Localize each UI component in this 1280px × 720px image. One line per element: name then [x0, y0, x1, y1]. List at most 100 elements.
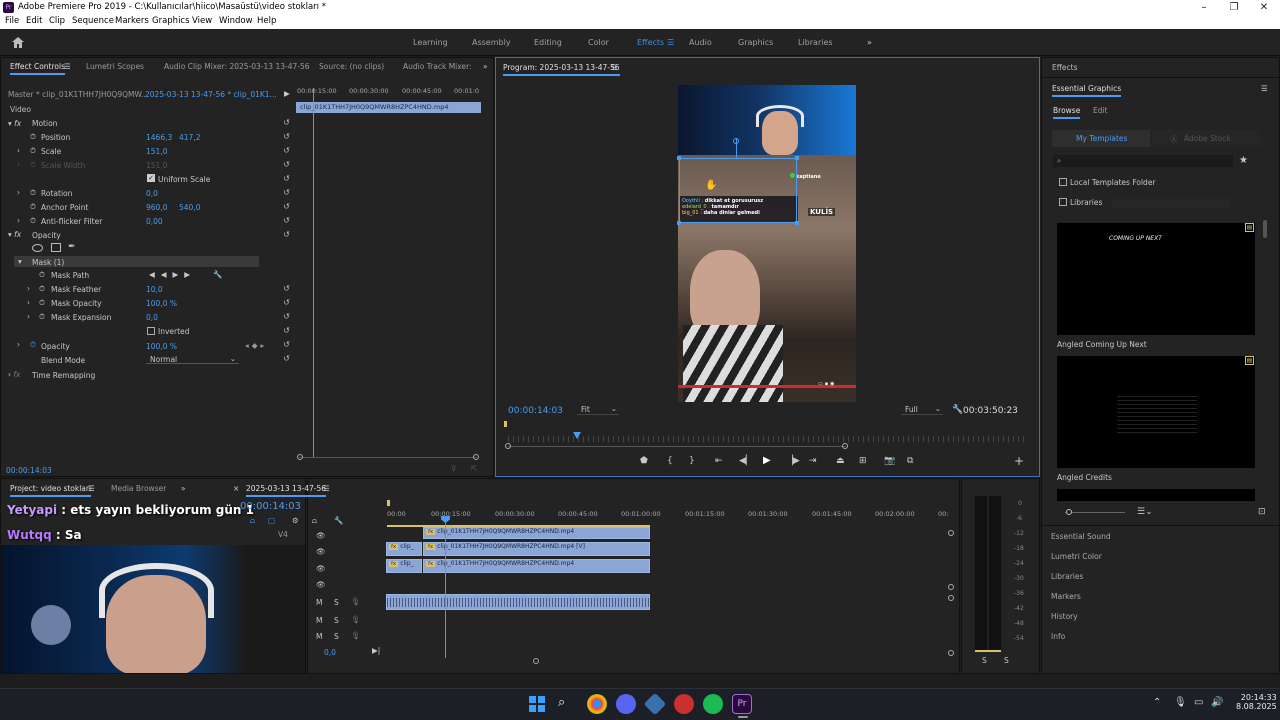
solo-button[interactable]: S — [334, 632, 339, 641]
linked-selection-icon[interactable]: ⩍ — [250, 516, 255, 526]
menu-clip[interactable]: Clip — [49, 16, 65, 26]
home-icon[interactable] — [12, 37, 24, 48]
essential-graphics-title[interactable]: Essential Graphics — [1052, 84, 1122, 97]
reset-icon[interactable]: ↺ — [282, 188, 291, 197]
menu-graphics[interactable]: Graphics — [152, 16, 190, 26]
motion-expander[interactable]: ▾ fx — [8, 119, 21, 128]
stopwatch-icon[interactable]: ⏱ — [39, 298, 45, 308]
solo-button[interactable]: S — [334, 616, 339, 625]
eye-icon[interactable]: 👁 — [316, 564, 326, 573]
blend-mode-dropdown[interactable]: Normal ⌄ — [146, 354, 239, 364]
tray-chevron-icon[interactable]: ⌃ — [1153, 697, 1161, 708]
premiere-taskbar-icon[interactable]: Pr — [732, 694, 752, 714]
close-tab-icon[interactable]: × — [233, 484, 239, 493]
step-back-icon[interactable]: ◀▏ — [739, 456, 753, 466]
mask-expansion-expander[interactable]: › — [27, 312, 30, 321]
scale-expander[interactable]: › — [17, 146, 20, 155]
workspace-color[interactable]: Color — [588, 38, 609, 47]
opacity-expander[interactable]: ▾ fx — [8, 230, 21, 239]
video-frame[interactable]: Ooythil : dikkat et gorusurusz edelard_0… — [678, 85, 856, 402]
menu-edit[interactable]: Edit — [26, 16, 42, 26]
new-item-icon[interactable]: ⊡ — [1258, 507, 1266, 517]
v3-clip[interactable]: fx clip_01K1THH7JH0Q9QMWR8HZPC4HND.mp4 — [423, 527, 650, 539]
taskbar-clock[interactable]: 20:14:33 8.08.2025 — [1236, 693, 1277, 711]
libraries-checkbox[interactable] — [1059, 198, 1067, 206]
close-icon[interactable]: ✕ — [1249, 0, 1279, 15]
program-monitor-title[interactable]: Program: 2025-03-13 13-47-56 — [503, 63, 620, 76]
lift-icon[interactable]: ⏏ — [836, 456, 845, 466]
workspace-effects[interactable]: Effects — [637, 38, 664, 47]
workspace-learning[interactable]: Learning — [413, 38, 448, 47]
mini-playhead[interactable] — [313, 88, 314, 458]
scroll-handle[interactable] — [948, 650, 954, 656]
rotation-expander[interactable]: › — [17, 188, 20, 197]
export-frame-icon[interactable]: ⇱ — [471, 464, 477, 473]
zoom-handle-left[interactable] — [297, 454, 303, 460]
extract-icon[interactable]: ⊞ — [859, 456, 867, 466]
menu-help[interactable]: Help — [257, 16, 276, 26]
mute-button[interactable]: M — [316, 632, 322, 641]
zoom-handle-left[interactable] — [505, 443, 511, 449]
antiflicker-value[interactable]: 0,00 — [146, 217, 163, 226]
opacity-value[interactable]: 100,0 % — [146, 342, 177, 351]
ellipse-mask-icon[interactable] — [32, 244, 43, 252]
mask-handle[interactable] — [795, 221, 799, 225]
workspace-graphics[interactable]: Graphics — [738, 38, 773, 47]
wrench-icon[interactable]: 🔧 — [952, 405, 963, 415]
menu-file[interactable]: File — [5, 16, 19, 26]
local-templates-checkbox[interactable] — [1059, 178, 1067, 186]
reset-icon[interactable]: ↺ — [282, 298, 291, 307]
reset-icon[interactable]: ↺ — [282, 312, 291, 321]
essential-sound-panel[interactable]: Essential Sound — [1051, 532, 1111, 541]
in-marker[interactable] — [387, 500, 390, 506]
v1-clip-short[interactable]: fx clip_ — [386, 559, 422, 573]
stopwatch-icon[interactable]: ⏱ — [30, 132, 36, 142]
wrench-icon[interactable]: 🔧 — [213, 270, 222, 279]
timeline-playhead[interactable] — [445, 516, 446, 658]
reset-icon[interactable]: ↺ — [282, 146, 291, 155]
rectangle-mask-icon[interactable] — [51, 243, 61, 252]
wrench-icon[interactable]: 🔧 — [334, 516, 343, 525]
panel-menu-icon[interactable]: ☰ — [1261, 84, 1268, 93]
discord-icon[interactable] — [616, 694, 636, 714]
menu-view[interactable]: View — [192, 16, 212, 26]
comparison-view-icon[interactable]: ⧉ — [907, 456, 913, 466]
master-clip-label[interactable]: Master * clip_01K1THH7JH0Q9QMW... — [8, 90, 148, 99]
markers-panel[interactable]: Markers — [1051, 592, 1081, 601]
in-marker[interactable] — [504, 421, 507, 427]
history-panel[interactable]: History — [1051, 612, 1078, 621]
fit-dropdown[interactable]: Fit ⌄ — [577, 404, 619, 415]
stopwatch-icon[interactable]: ⏱ — [39, 270, 45, 280]
tab-media-browser[interactable]: Media Browser — [111, 484, 166, 493]
mini-clip-bar[interactable]: clip_01K1THH7JH0Q9QMWR8HZPC4HND.mp4 — [296, 102, 481, 113]
anchor-x-value[interactable]: 960,0 — [146, 203, 167, 212]
mute-button[interactable]: M — [316, 616, 322, 625]
position-x-value[interactable]: 1466,3 — [146, 133, 172, 142]
speaker-icon[interactable]: 🔊 — [1211, 697, 1223, 708]
export-frame-icon[interactable]: 📷 — [884, 456, 895, 466]
mask-handle[interactable] — [795, 156, 799, 160]
minimize-icon[interactable]: – — [1189, 0, 1219, 15]
timeline-timecode[interactable]: 00:00:14:03 — [240, 501, 301, 512]
go-to-out-icon[interactable]: ⇥ — [809, 456, 817, 466]
playhead-handle[interactable] — [441, 516, 450, 523]
mask-opacity-value[interactable]: 100,0 % — [146, 299, 177, 308]
mask-rotate-knob[interactable] — [733, 138, 739, 144]
stopwatch-icon[interactable]: ⏱ — [39, 284, 45, 294]
tab-effect-controls[interactable]: Effect Controls — [10, 62, 65, 75]
info-panel[interactable]: Info — [1051, 632, 1065, 641]
panel-more-icon[interactable]: » — [181, 484, 186, 493]
menu-window[interactable]: Window — [219, 16, 253, 26]
workspace-audio[interactable]: Audio — [689, 38, 712, 47]
microphone-icon[interactable]: 🎙 — [1174, 697, 1187, 708]
mask-tracking-controls[interactable]: ◀◀▶▶ — [149, 270, 196, 279]
mini-zoom-scrollbar[interactable] — [299, 457, 477, 458]
menu-markers[interactable]: Markers — [115, 16, 149, 26]
play-icon[interactable]: ▶ — [763, 455, 771, 466]
menu-sequence[interactable]: Sequence — [72, 16, 114, 26]
mask-feather-value[interactable]: 10,0 — [146, 285, 163, 294]
reset-icon[interactable]: ↺ — [282, 284, 291, 293]
stopwatch-icon[interactable]: ⏱ — [30, 202, 36, 212]
mask-expansion-value[interactable]: 0,0 — [146, 313, 158, 322]
libraries-dropdown[interactable] — [1112, 197, 1230, 208]
